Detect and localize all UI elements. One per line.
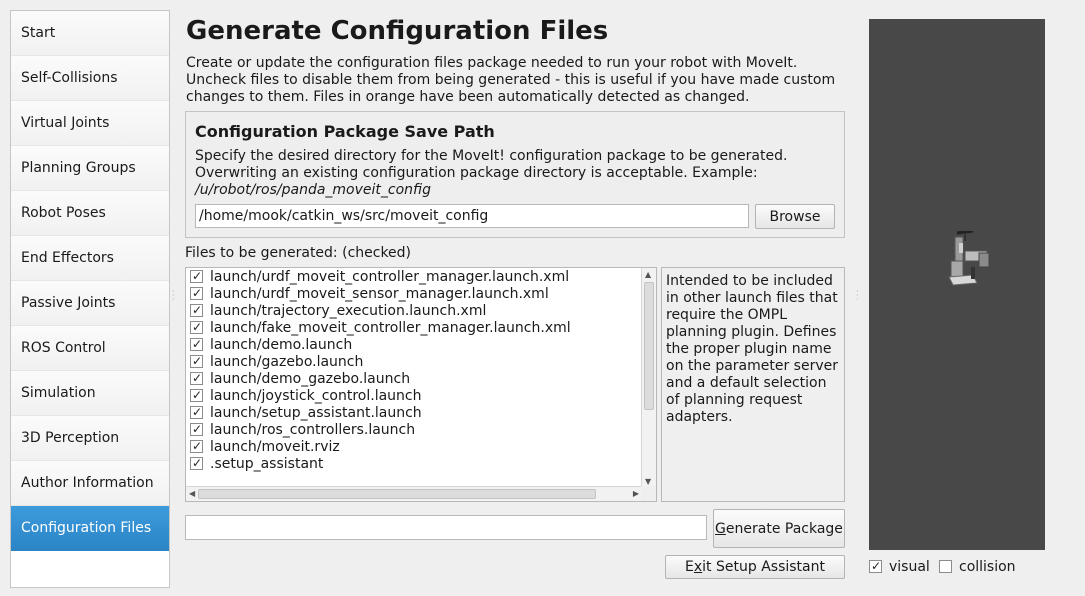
file-list-item[interactable]: launch/gazebo.launch — [190, 354, 363, 371]
file-checkbox[interactable] — [190, 423, 203, 436]
file-list-item[interactable]: launch/demo.launch — [190, 337, 352, 354]
sidebar-item-author-information[interactable]: Author Information — [11, 461, 169, 506]
file-name: launch/ros_controllers.launch — [210, 422, 416, 438]
generate-package-button[interactable]: Generate Package — [713, 509, 845, 548]
file-list-item[interactable]: launch/demo_gazebo.launch — [190, 371, 410, 388]
sidebar-item-ros-control[interactable]: ROS Control — [11, 326, 169, 371]
file-checkbox[interactable] — [190, 304, 203, 317]
generate-label: enerate Package — [725, 520, 843, 537]
robot-model-icon — [948, 231, 990, 286]
file-name: launch/urdf_moveit_controller_manager.la… — [210, 269, 570, 285]
generate-mnemonic: G — [715, 520, 726, 537]
vertical-scrollbar[interactable]: ▲ ▼ — [641, 268, 656, 488]
file-checkbox[interactable] — [190, 321, 203, 334]
save-path-title: Configuration Package Save Path — [195, 122, 495, 141]
sidebar-item-3d-perception[interactable]: 3D Perception — [11, 416, 169, 461]
exit-mnemonic: x — [693, 559, 703, 575]
file-name: launch/fake_moveit_controller_manager.la… — [210, 320, 571, 336]
exit-label-pre: E — [685, 559, 694, 575]
file-checkbox[interactable] — [190, 287, 203, 300]
file-name: launch/urdf_moveit_sensor_manager.launch… — [210, 286, 549, 302]
file-name: launch/trajectory_execution.launch.xml — [210, 303, 487, 319]
sidebar-item-self-collisions[interactable]: Self-Collisions — [11, 56, 169, 101]
sidebar-item-configuration-files[interactable]: Configuration Files — [11, 506, 169, 551]
sidebar-item-passive-joints[interactable]: Passive Joints — [11, 281, 169, 326]
file-checkbox[interactable] — [190, 457, 203, 470]
files-list[interactable]: launch/urdf_moveit_controller_manager.la… — [185, 267, 657, 502]
file-list-item[interactable]: launch/fake_moveit_controller_manager.la… — [190, 320, 571, 337]
file-name: launch/gazebo.launch — [210, 354, 364, 370]
file-checkbox[interactable] — [190, 338, 203, 351]
page-description: Create or update the configuration files… — [186, 55, 836, 105]
file-list-item[interactable]: launch/urdf_moveit_sensor_manager.launch… — [190, 286, 549, 303]
file-checkbox[interactable] — [190, 440, 203, 453]
file-list-item[interactable]: launch/urdf_moveit_controller_manager.la… — [190, 269, 569, 286]
progress-status-field — [185, 515, 707, 540]
visual-label: visual — [889, 559, 930, 575]
file-name: launch/demo.launch — [210, 337, 353, 353]
scroll-left-icon[interactable]: ◀ — [189, 489, 195, 498]
file-name: launch/moveit.rviz — [210, 439, 340, 455]
sidebar-item-simulation[interactable]: Simulation — [11, 371, 169, 416]
scroll-up-icon[interactable]: ▲ — [645, 270, 651, 279]
robot-3d-viewport[interactable] — [869, 19, 1045, 550]
file-checkbox[interactable] — [190, 372, 203, 385]
visual-checkbox[interactable] — [869, 560, 882, 573]
sidebar-item-robot-poses[interactable]: Robot Poses — [11, 191, 169, 236]
sidebar-nav: Start Self-Collisions Virtual Joints Planni… — [10, 10, 170, 588]
sidebar-item-end-effectors[interactable]: End Effectors — [11, 236, 169, 281]
horizontal-scroll-thumb[interactable] — [198, 489, 596, 499]
file-name: .setup_assistant — [210, 456, 324, 472]
scroll-corner — [641, 486, 656, 501]
save-path-group: Configuration Package Save Path Specify … — [185, 111, 845, 238]
file-name: launch/demo_gazebo.launch — [210, 371, 411, 387]
file-checkbox[interactable] — [190, 389, 203, 402]
file-list-item[interactable]: launch/moveit.rviz — [190, 439, 340, 456]
exit-label: it Setup Assistant — [702, 559, 825, 575]
splitter-handle-right[interactable]: · · · — [856, 288, 859, 304]
example-path: /u/robot/ros/panda_moveit_config — [195, 182, 431, 198]
scroll-right-icon[interactable]: ▶ — [633, 489, 639, 498]
splitter-handle-left[interactable]: · · · — [172, 288, 175, 304]
save-path-input[interactable] — [195, 204, 749, 228]
collision-label: collision — [959, 559, 1016, 575]
scroll-down-icon[interactable]: ▼ — [645, 477, 651, 486]
sidebar-item-start[interactable]: Start — [11, 11, 169, 56]
browse-button[interactable]: Browse — [755, 204, 835, 229]
file-description-panel: Intended to be included in other launch … — [661, 267, 845, 502]
files-label: Files to be generated: (checked) — [185, 245, 412, 261]
file-list-item[interactable]: launch/setup_assistant.launch — [190, 405, 422, 422]
sidebar-item-virtual-joints[interactable]: Virtual Joints — [11, 101, 169, 146]
collision-checkbox[interactable] — [939, 560, 952, 573]
sidebar-item-planning-groups[interactable]: Planning Groups — [11, 146, 169, 191]
horizontal-scrollbar[interactable]: ◀ ▶ — [186, 486, 642, 501]
save-path-description: Specify the desired directory for the Mo… — [195, 148, 835, 199]
visual-toggle[interactable]: visual — [869, 559, 930, 576]
collision-toggle[interactable]: collision — [939, 559, 1016, 576]
page-title: Generate Configuration Files — [186, 16, 609, 46]
file-list-item[interactable]: launch/joystick_control.launch — [190, 388, 421, 405]
save-path-description-text: Specify the desired directory for the Mo… — [195, 148, 788, 181]
file-name: launch/setup_assistant.launch — [210, 405, 422, 421]
vertical-scroll-thumb[interactable] — [644, 282, 654, 410]
exit-setup-assistant-button[interactable]: Exit Setup Assistant — [665, 555, 845, 579]
file-list-item[interactable]: launch/ros_controllers.launch — [190, 422, 415, 439]
file-checkbox[interactable] — [190, 355, 203, 368]
file-list-item[interactable]: launch/trajectory_execution.launch.xml — [190, 303, 486, 320]
file-checkbox[interactable] — [190, 406, 203, 419]
file-list-item[interactable]: .setup_assistant — [190, 456, 323, 473]
file-checkbox[interactable] — [190, 270, 203, 283]
file-name: launch/joystick_control.launch — [210, 388, 422, 404]
